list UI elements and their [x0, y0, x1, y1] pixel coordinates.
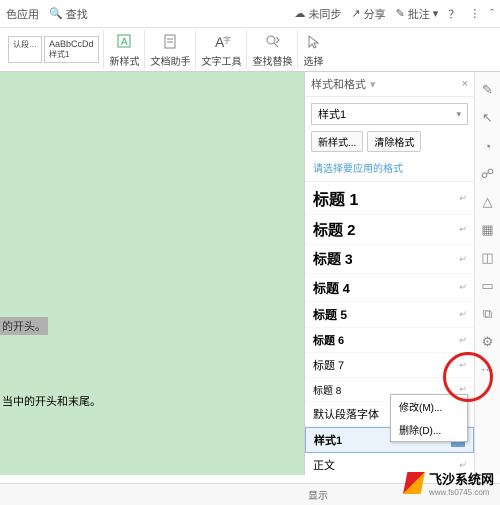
- style-item[interactable]: 标题 3 ↵: [305, 245, 474, 274]
- chevron-icon[interactable]: ˆ: [490, 8, 494, 20]
- doc-line-2[interactable]: 当中的开头和末尾。: [0, 392, 103, 410]
- sync-button[interactable]: ☁ 未同步: [294, 6, 341, 22]
- panel-title: 样式和格式: [311, 76, 366, 92]
- style-item[interactable]: 标题 5 ↵: [305, 302, 474, 328]
- cube-icon[interactable]: ◫: [480, 250, 496, 266]
- swatch2-top: AaBbCcDd: [49, 39, 94, 49]
- select-label: 选择: [304, 53, 324, 68]
- clear-format-button[interactable]: 清除格式: [367, 131, 421, 152]
- folder-icon[interactable]: ▭: [480, 278, 496, 294]
- right-sidebar: ✎ ↖ ◔ ☍ △ ▦ ◫ ▭ ⧉ ⚙ ⋯: [474, 72, 500, 475]
- style-name: 标题 5: [313, 306, 347, 323]
- new-style-label: 新样式: [110, 53, 140, 68]
- menu-modify[interactable]: 修改(M)...: [391, 395, 467, 418]
- new-style-icon: A: [115, 32, 135, 52]
- document-canvas[interactable]: 的开头。 当中的开头和末尾。: [0, 72, 304, 475]
- style-name: 标题 6: [313, 332, 344, 348]
- text-tool-icon: A字: [212, 32, 232, 52]
- paragraph-mark-icon: ↵: [458, 282, 466, 293]
- more-icon[interactable]: ⋮: [469, 7, 480, 20]
- swatch1-sub: 认段…: [13, 39, 37, 50]
- style-item[interactable]: 标题 4 ↵: [305, 274, 474, 302]
- comment-button[interactable]: ✎ 批注 ▾: [396, 6, 439, 22]
- style-context-menu: 修改(M)... 删除(D)...: [390, 394, 468, 442]
- paragraph-mark-icon: ↵: [458, 254, 466, 265]
- style-name: 标题 1: [313, 186, 358, 210]
- style-name: 标题 3: [313, 249, 353, 269]
- paragraph-mark-icon: ↵: [458, 309, 466, 320]
- doc-line-1[interactable]: 的开头。: [0, 317, 48, 335]
- swatch2-sub: 样式1: [49, 49, 94, 60]
- status-show[interactable]: 显示: [308, 487, 328, 502]
- arrow-icon[interactable]: ↖: [480, 110, 496, 126]
- search-icon: 🔍: [49, 7, 63, 20]
- find-label: 查找: [66, 6, 88, 22]
- style-swatch-1[interactable]: 认段…: [8, 36, 42, 63]
- doc-helper-icon: [161, 32, 181, 52]
- paragraph-mark-icon: ↵: [458, 360, 466, 371]
- menu-delete[interactable]: 删除(D)...: [391, 418, 467, 441]
- select-group[interactable]: 选择: [300, 30, 328, 69]
- star-icon[interactable]: ⧉: [480, 306, 496, 322]
- pencil-icon[interactable]: ✎: [480, 82, 496, 98]
- find-replace-label: 查找替换: [253, 53, 293, 68]
- style-item[interactable]: 标题 2 ↵: [305, 215, 474, 245]
- style-name: 默认段落字体: [313, 406, 379, 422]
- style-gallery[interactable]: 认段… AaBbCcDd样式1: [4, 30, 104, 69]
- panel-header: 样式和格式 ▾ ×: [305, 72, 474, 97]
- ribbon: 认段… AaBbCcDd样式1 A 新样式 文档助手 A字 文字工具 查找替换 …: [0, 28, 500, 72]
- style-item[interactable]: 标题 7 ↵: [305, 353, 474, 378]
- paragraph-mark-icon: ↵: [458, 193, 466, 204]
- doc-helper-group[interactable]: 文档助手: [147, 30, 196, 69]
- shape-icon[interactable]: △: [480, 194, 496, 210]
- panel-hint: 请选择要应用的格式: [305, 158, 474, 181]
- style-swatch-2[interactable]: AaBbCcDd样式1: [44, 36, 99, 63]
- text-tool-label: 文字工具: [202, 53, 242, 68]
- panel-dropdown-icon[interactable]: ▾: [370, 78, 376, 91]
- style-item[interactable]: 标题 1 ↵: [305, 182, 474, 215]
- style-name: 标题 2: [313, 219, 356, 240]
- style-item[interactable]: 标题 6 ↵: [305, 328, 474, 353]
- clock-icon[interactable]: ◔: [480, 138, 496, 154]
- svg-text:A: A: [121, 37, 128, 48]
- gear-icon[interactable]: ⚙: [480, 334, 496, 350]
- style-name: 样式1: [314, 432, 342, 448]
- share-label: 分享: [364, 6, 386, 22]
- styles-panel: 样式和格式 ▾ × 样式1 新样式... 清除格式 请选择要应用的格式 标题 1…: [304, 72, 474, 475]
- main-area: 的开头。 当中的开头和末尾。 样式和格式 ▾ × 样式1 新样式... 清除格式…: [0, 72, 500, 475]
- current-style-select[interactable]: 样式1: [311, 103, 468, 125]
- style-name: 标题 4: [313, 278, 350, 297]
- grid-icon[interactable]: ▦: [480, 222, 496, 238]
- svg-text:字: 字: [223, 35, 231, 45]
- sync-label: 未同步: [308, 6, 341, 22]
- top-bar: 色应用 🔍 查找 ☁ 未同步 ↗ 分享 ✎ 批注 ▾ ？ ⋮ ˆ: [0, 0, 500, 28]
- link-icon[interactable]: ☍: [480, 166, 496, 182]
- find-replace-group[interactable]: 查找替换: [249, 30, 298, 69]
- share-button[interactable]: ↗ 分享: [351, 6, 385, 22]
- app-label: 色应用: [6, 6, 39, 22]
- find-cmd[interactable]: 🔍 查找: [49, 6, 88, 22]
- watermark: 飞沙系统网 www.fs0745.com: [403, 469, 494, 497]
- find-replace-icon: [263, 32, 283, 52]
- paragraph-mark-icon: ↵: [458, 335, 466, 346]
- help-icon[interactable]: ？: [448, 6, 459, 22]
- style-name: 标题 7: [313, 357, 344, 373]
- doc-helper-label: 文档助手: [151, 53, 191, 68]
- watermark-title: 飞沙系统网: [429, 472, 494, 487]
- cursor-icon: [304, 32, 324, 52]
- current-style-value: 样式1: [318, 106, 346, 122]
- close-icon[interactable]: ×: [462, 78, 468, 90]
- watermark-url: www.fs0745.com: [429, 488, 494, 497]
- dots-icon[interactable]: ⋯: [480, 362, 496, 378]
- watermark-logo: [403, 472, 425, 494]
- style-name: 标题 8: [313, 382, 341, 397]
- comment-label: 批注: [408, 6, 430, 22]
- new-style-group[interactable]: A 新样式: [106, 30, 145, 69]
- style-name: 正文: [313, 457, 335, 473]
- text-tool-group[interactable]: A字 文字工具: [198, 30, 247, 69]
- new-style-button[interactable]: 新样式...: [311, 131, 363, 152]
- paragraph-mark-icon: ↵: [458, 224, 466, 235]
